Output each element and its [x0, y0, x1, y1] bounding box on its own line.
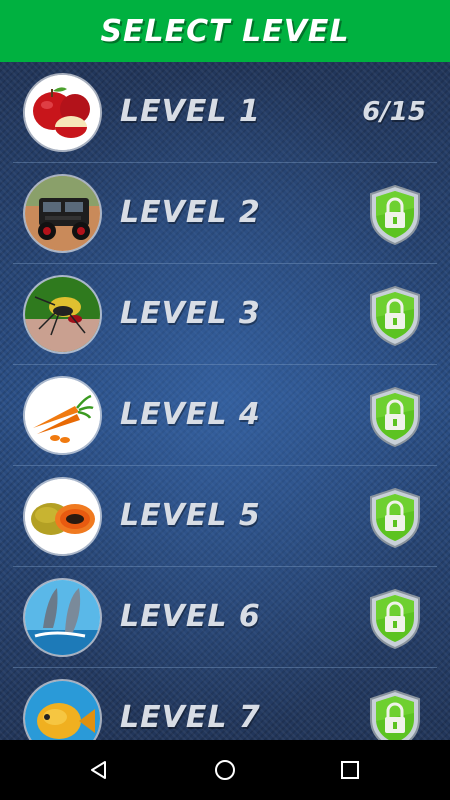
lock-shield-icon — [368, 689, 422, 740]
header-bar: SELECT LEVEL — [0, 0, 450, 62]
lock-shield-icon — [368, 588, 422, 650]
jeep-image — [25, 176, 100, 251]
level-6-thumbnail — [25, 580, 100, 655]
level-row-1[interactable]: LEVEL 1 6/15 — [0, 62, 450, 163]
level-5-thumbnail — [25, 479, 100, 554]
level-1-thumbnail — [25, 75, 100, 150]
level-7-label: LEVEL 7 — [120, 700, 261, 735]
level-list[interactable]: LEVEL 1 6/15 LEVEL 2 LEVEL 3 LEVEL 4 LEV… — [0, 62, 450, 740]
level-5-label: LEVEL 5 — [120, 498, 261, 533]
apple-image — [25, 75, 100, 150]
lock-shield-icon — [368, 487, 422, 549]
level-row-2[interactable]: LEVEL 2 — [0, 163, 450, 264]
level-2-label: LEVEL 2 — [120, 195, 261, 230]
level-row-6[interactable]: LEVEL 6 — [0, 567, 450, 668]
level-1-progress: 6/15 — [362, 97, 426, 127]
level-3-label: LEVEL 3 — [120, 296, 261, 331]
level-4-thumbnail — [25, 378, 100, 453]
level-row-3[interactable]: LEVEL 3 — [0, 264, 450, 365]
recents-icon[interactable] — [330, 750, 370, 790]
lock-shield-icon — [368, 184, 422, 246]
level-1-label: LEVEL 1 — [120, 94, 261, 129]
carrot-image — [25, 378, 100, 453]
home-icon[interactable] — [205, 750, 245, 790]
level-7-thumbnail — [25, 681, 100, 740]
android-nav-bar — [0, 740, 450, 800]
fish-image — [25, 681, 100, 740]
lock-shield-icon — [368, 285, 422, 347]
papaya-image — [25, 479, 100, 554]
level-2-thumbnail — [25, 176, 100, 251]
level-6-label: LEVEL 6 — [120, 599, 261, 634]
lock-shield-icon — [368, 386, 422, 448]
level-row-4[interactable]: LEVEL 4 — [0, 365, 450, 466]
page-title: SELECT LEVEL — [100, 13, 350, 49]
mosquito-image — [25, 277, 100, 352]
back-icon[interactable] — [79, 750, 119, 790]
dolphin-image — [25, 580, 100, 655]
level-row-7[interactable]: LEVEL 7 — [0, 668, 450, 740]
level-3-thumbnail — [25, 277, 100, 352]
level-4-label: LEVEL 4 — [120, 397, 261, 432]
level-row-5[interactable]: LEVEL 5 — [0, 466, 450, 567]
